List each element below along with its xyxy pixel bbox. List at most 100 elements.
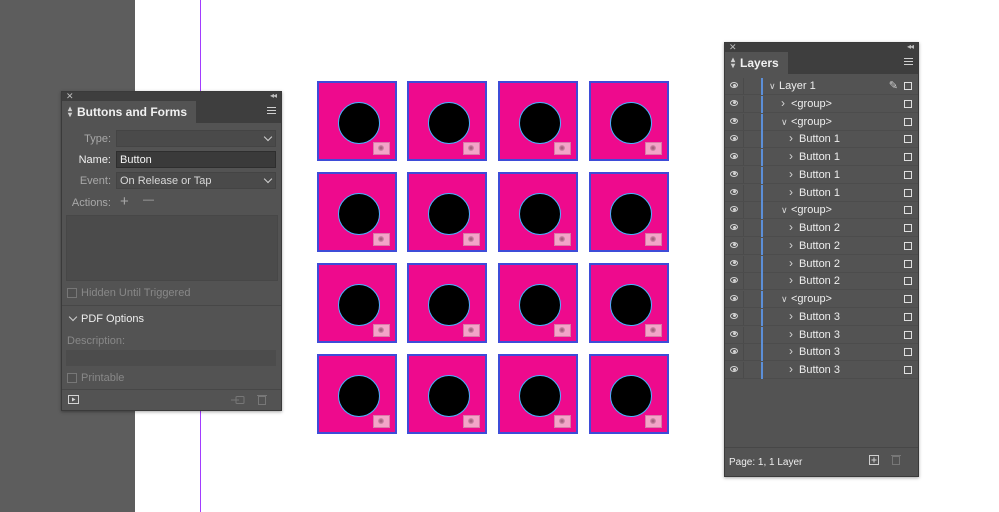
layer-row[interactable]: › <group> — [725, 95, 918, 113]
layer-row[interactable]: ∨ <group> — [725, 202, 918, 220]
button-tile[interactable] — [498, 263, 578, 343]
eye-icon[interactable] — [730, 366, 738, 372]
pdf-options-heading[interactable]: PDF Options — [81, 313, 144, 325]
panel-menu-icon[interactable] — [267, 107, 276, 116]
selection-square[interactable] — [904, 366, 912, 374]
chevron-right-icon[interactable]: › — [789, 220, 793, 234]
button-tile[interactable] — [589, 172, 669, 252]
button-tile[interactable] — [589, 263, 669, 343]
description-field[interactable] — [66, 350, 276, 366]
eye-icon[interactable] — [730, 259, 738, 266]
chevron-right-icon[interactable]: › — [789, 149, 793, 163]
button-tile[interactable] — [317, 81, 397, 161]
eye-icon[interactable] — [730, 224, 738, 230]
button-tile[interactable] — [407, 81, 487, 161]
button-tile[interactable] — [407, 172, 487, 252]
layer-row[interactable]: › Button 1 — [725, 184, 918, 202]
chevron-right-icon[interactable]: › — [789, 185, 793, 199]
convert-to-object-icon[interactable] — [231, 395, 245, 405]
printable-checkbox[interactable] — [67, 373, 77, 383]
panel-menu-icon[interactable] — [904, 58, 913, 67]
selection-square[interactable] — [904, 117, 912, 126]
selection-square[interactable] — [904, 82, 912, 90]
button-tile[interactable] — [498, 172, 578, 252]
chevron-right-icon[interactable]: › — [781, 96, 785, 110]
selection-square[interactable] — [904, 241, 912, 250]
actions-list[interactable] — [66, 215, 278, 281]
eye-icon[interactable] — [730, 312, 738, 319]
selection-square[interactable] — [904, 312, 912, 321]
eye-icon[interactable] — [730, 188, 738, 195]
layer-row[interactable]: › Button 1 — [725, 166, 918, 184]
button-tile[interactable] — [407, 263, 487, 343]
chevron-right-icon[interactable]: › — [789, 273, 793, 287]
chevron-right-icon[interactable]: › — [789, 238, 793, 252]
layer-row[interactable]: › Button 2 — [725, 273, 918, 291]
eye-icon[interactable] — [730, 348, 738, 355]
layer-row[interactable]: ∨ <group> — [725, 113, 918, 131]
add-action-button[interactable]: + — [120, 193, 129, 210]
eye-icon[interactable] — [730, 135, 738, 142]
layer-row[interactable]: › Button 2 — [725, 237, 918, 255]
layer-row[interactable]: › Button 2 — [725, 255, 918, 273]
layer-row[interactable]: ∨ <group> — [725, 291, 918, 308]
eye-icon[interactable] — [730, 241, 738, 248]
trash-icon[interactable] — [891, 454, 901, 465]
button-tile[interactable] — [407, 354, 487, 434]
eye-icon[interactable] — [730, 206, 738, 213]
tab-layers[interactable]: ▴ ▾ Layers — [725, 52, 788, 74]
layer-row[interactable]: ∨ Layer 1 ✎ — [725, 78, 918, 95]
type-select[interactable] — [116, 130, 276, 147]
eye-icon[interactable] — [730, 295, 738, 301]
chevron-down-icon[interactable] — [68, 312, 78, 322]
preview-icon[interactable] — [68, 395, 79, 405]
layer-row[interactable]: › Button 1 — [725, 149, 918, 166]
selection-square[interactable] — [904, 153, 912, 161]
name-field[interactable]: Button — [116, 151, 276, 168]
chevron-right-icon[interactable]: › — [789, 327, 793, 341]
chevron-right-icon[interactable]: › — [789, 167, 793, 181]
chevron-down-icon[interactable]: ∨ — [781, 117, 788, 128]
selection-square[interactable] — [904, 206, 912, 215]
chevron-down-icon[interactable]: ∨ — [781, 205, 788, 216]
selection-square[interactable] — [904, 135, 912, 144]
eye-icon[interactable] — [730, 82, 738, 88]
selection-square[interactable] — [904, 224, 912, 232]
tab-buttons-and-forms[interactable]: ▴ ▾ Buttons and Forms — [62, 101, 197, 123]
button-tile[interactable] — [589, 81, 669, 161]
selection-square[interactable] — [904, 99, 912, 108]
selection-square[interactable] — [904, 295, 912, 303]
selection-square[interactable] — [904, 188, 912, 197]
layer-row[interactable]: › Button 3 — [725, 308, 918, 326]
chevron-down-icon[interactable]: ∨ — [781, 294, 788, 305]
layer-row[interactable]: › Button 3 — [725, 344, 918, 362]
chevron-down-icon[interactable]: ∨ — [769, 81, 776, 92]
selection-square[interactable] — [904, 259, 912, 268]
button-tile[interactable] — [498, 81, 578, 161]
layer-row[interactable]: › Button 2 — [725, 220, 918, 237]
eye-icon[interactable] — [730, 170, 738, 177]
selection-square[interactable] — [904, 330, 912, 339]
selection-square[interactable] — [904, 277, 912, 286]
layer-row[interactable]: › Button 3 — [725, 362, 918, 379]
selection-square[interactable] — [904, 348, 912, 357]
chevron-right-icon[interactable]: › — [789, 256, 793, 270]
chevron-right-icon[interactable]: › — [789, 131, 793, 145]
chevron-right-icon[interactable]: › — [789, 362, 793, 376]
button-tile[interactable] — [317, 354, 397, 434]
eye-icon[interactable] — [730, 153, 738, 159]
button-tile[interactable] — [589, 354, 669, 434]
eye-icon[interactable] — [730, 117, 738, 124]
chevron-right-icon[interactable]: › — [789, 344, 793, 358]
button-tile[interactable] — [498, 354, 578, 434]
eye-icon[interactable] — [730, 330, 738, 337]
button-tile[interactable] — [317, 263, 397, 343]
trash-icon[interactable] — [257, 394, 267, 405]
hidden-until-triggered-checkbox[interactable] — [67, 288, 77, 298]
eye-icon[interactable] — [730, 99, 738, 106]
new-layer-icon[interactable] — [869, 455, 879, 465]
event-select[interactable]: On Release or Tap — [116, 172, 276, 189]
layer-row[interactable]: › Button 3 — [725, 326, 918, 344]
layer-row[interactable]: › Button 1 — [725, 131, 918, 149]
button-tile[interactable] — [317, 172, 397, 252]
